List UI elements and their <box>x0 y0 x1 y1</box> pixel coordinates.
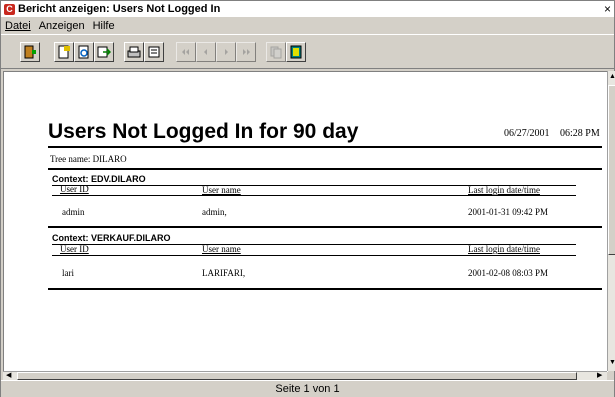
vertical-scrollbar[interactable]: ▲ ▼ <box>607 71 615 371</box>
close-button[interactable]: × <box>604 1 611 17</box>
menu-datei[interactable]: Datei <box>5 20 31 32</box>
exit-button[interactable] <box>20 42 40 62</box>
header-rule <box>52 195 576 196</box>
toolbar <box>1 35 614 69</box>
scroll-up-icon[interactable]: ▲ <box>609 73 615 81</box>
col-header-user-id: User ID <box>60 244 89 254</box>
cell-user-id: lari <box>62 268 74 278</box>
title-bar[interactable]: C Bericht anzeigen: Users Not Logged In … <box>1 1 614 17</box>
cell-user-name: LARIFARI, <box>202 268 246 278</box>
copy-button[interactable] <box>266 42 286 62</box>
print-preview-icon <box>148 46 160 58</box>
horizontal-scroll-thumb[interactable] <box>17 372 577 380</box>
first-page-icon <box>182 49 189 55</box>
window-title: Bericht anzeigen: Users Not Logged In <box>18 3 221 15</box>
previous-page-icon <box>204 49 207 55</box>
report-viewer-window: C Bericht anzeigen: Users Not Logged In … <box>0 0 615 397</box>
refresh-button[interactable] <box>74 42 94 62</box>
report-date: 06/27/2001 <box>504 128 550 139</box>
next-page-icon <box>225 49 228 55</box>
first-page-button[interactable] <box>176 42 196 62</box>
context-label-edv: Context: EDV.DILARO <box>52 174 146 184</box>
menu-bar: Datei Anzeigen Hilfe <box>1 17 614 35</box>
last-page-button[interactable] <box>236 42 256 62</box>
previous-page-button[interactable] <box>196 42 216 62</box>
header-rule <box>52 255 576 256</box>
help-icon <box>290 45 302 59</box>
report-time: 06:28 PM <box>560 128 600 139</box>
next-page-button[interactable] <box>216 42 236 62</box>
context-end-rule <box>48 226 602 228</box>
col-header-user-name: User name <box>202 244 241 254</box>
col-header-user-id: User ID <box>60 184 89 194</box>
tree-name: Tree name: DILARO <box>50 154 127 164</box>
copy-icon <box>270 46 282 59</box>
cell-last-login: 2001-01-31 09:42 PM <box>468 207 549 217</box>
page-indicator: Seite 1 von 1 <box>275 383 340 395</box>
tree-rule <box>48 168 602 170</box>
context-label-verkauf: Context: VERKAUF.DILARO <box>52 233 171 243</box>
app-icon: C <box>4 3 15 15</box>
cell-last-login: 2001-02-08 08:03 PM <box>468 268 549 278</box>
menu-anzeigen[interactable]: Anzeigen <box>39 20 85 32</box>
open-report-icon <box>58 45 70 59</box>
title-rule <box>48 146 602 148</box>
print-icon <box>127 46 141 58</box>
refresh-icon <box>78 45 89 59</box>
status-bar: Seite 1 von 1 <box>1 380 614 397</box>
col-header-last-login: Last login date/time <box>468 185 540 195</box>
cell-user-name: admin, <box>202 207 227 217</box>
scroll-left-icon[interactable]: ◀ <box>6 372 11 380</box>
col-header-user-name: User name <box>202 185 241 195</box>
context-end-rule <box>48 288 602 290</box>
export-icon <box>97 46 111 58</box>
cell-user-id: admin <box>62 207 85 217</box>
scroll-right-icon[interactable]: ▶ <box>597 372 602 380</box>
report-title: Users Not Logged In for 90 day <box>48 120 359 143</box>
help-button[interactable] <box>286 42 306 62</box>
exit-icon <box>24 45 36 59</box>
print-button[interactable] <box>124 42 144 62</box>
horizontal-scrollbar[interactable]: ◀ ▶ <box>3 371 607 380</box>
menu-hilfe[interactable]: Hilfe <box>93 20 115 32</box>
scroll-down-icon[interactable]: ▼ <box>609 359 615 367</box>
vertical-scroll-thumb[interactable] <box>608 85 615 255</box>
report-page: Users Not Logged In for 90 day 06/27/200… <box>3 71 608 372</box>
last-page-icon <box>243 49 250 55</box>
open-report-button[interactable] <box>54 42 74 62</box>
print-preview-button[interactable] <box>144 42 164 62</box>
col-header-last-login: Last login date/time <box>468 244 540 254</box>
export-button[interactable] <box>94 42 114 62</box>
